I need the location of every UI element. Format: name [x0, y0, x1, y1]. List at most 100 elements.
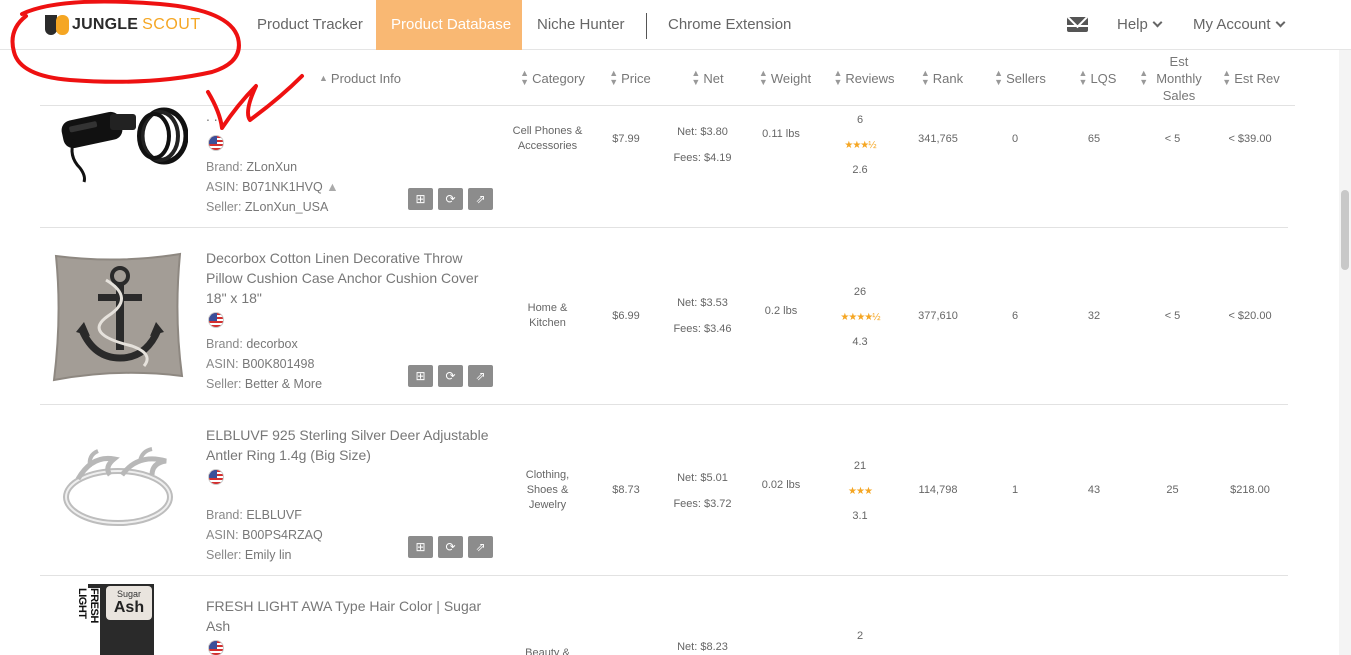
product-brand: Brand: ELBLUVF — [206, 508, 302, 522]
open-external-button[interactable]: ⇗ — [468, 188, 493, 210]
nav-product-tracker[interactable]: Product Tracker — [257, 0, 363, 50]
envelope-icon[interactable] — [1067, 17, 1088, 32]
scrollbar-track[interactable] — [1339, 50, 1351, 655]
th-rank[interactable]: ▲ ▼ Rank — [917, 50, 967, 106]
add-to-tracker-button[interactable]: ⊞ — [408, 365, 433, 387]
th-product-info[interactable]: ▲ Product Info — [310, 50, 410, 106]
th-net[interactable]: ▲ ▼ Net — [685, 50, 730, 106]
nav-product-database[interactable]: Product Database — [376, 0, 522, 58]
product-thumbnail-anchor-pillow[interactable] — [48, 250, 188, 382]
seller-link[interactable]: Better & More — [245, 377, 322, 391]
add-to-tracker-button[interactable]: ⊞ — [408, 536, 433, 558]
seller-link[interactable]: Emily lin — [245, 548, 292, 562]
nav-chrome-extension[interactable]: Chrome Extension — [668, 0, 791, 50]
sort-icon: ▲ ▼ — [758, 68, 768, 87]
top-nav: JUNGLE SCOUT Product Tracker Product Dat… — [0, 0, 1351, 58]
est-sales-cell: < 5 — [1164, 133, 1181, 145]
net-cell: Net: $3.80 Fees: $4.19 — [673, 126, 732, 164]
th-est-monthly-sales[interactable]: ▲ ▼ Est Monthly Sales — [1133, 50, 1208, 106]
th-category[interactable]: ▲ ▼ Category — [515, 50, 590, 106]
row-actions: ⊞ ⟳ ⇗ — [408, 188, 493, 210]
logo-text-jungle: JUNGLE — [72, 16, 139, 33]
brand-link[interactable]: ZLonXun — [246, 160, 297, 174]
lqs-cell: 43 — [1087, 484, 1101, 496]
category-cell: Beauty & — [525, 647, 570, 655]
open-external-button[interactable]: ⇗ — [468, 365, 493, 387]
th-reviews[interactable]: ▲ ▼ Reviews — [830, 50, 898, 106]
sort-icon: ▲ ▼ — [833, 68, 843, 87]
us-flag-icon — [208, 640, 224, 655]
sort-icon: ▲ ▼ — [920, 68, 930, 87]
refresh-button[interactable]: ⟳ — [438, 188, 463, 210]
scrollbar-thumb[interactable] — [1341, 190, 1349, 270]
th-weight[interactable]: ▲ ▼ Weight — [755, 50, 815, 106]
weight-cell: 0.2 lbs — [764, 305, 798, 317]
refresh-icon: ⟳ — [445, 192, 456, 206]
seller-link[interactable]: ZLonXun_USA — [245, 200, 328, 214]
lqs-cell: 65 — [1087, 133, 1101, 145]
sort-icon: ▲ ▼ — [691, 68, 701, 87]
th-sellers[interactable]: ▲ ▼ Sellers — [990, 50, 1050, 106]
brand-link[interactable]: ELBLUVF — [246, 508, 302, 522]
help-menu[interactable]: Help — [1117, 0, 1163, 50]
warning-icon[interactable]: ▲ — [326, 180, 338, 194]
th-est-rev[interactable]: ▲ ▼ Est Rev — [1217, 50, 1285, 106]
brand-link[interactable]: decorbox — [246, 337, 297, 351]
row-actions: ⊞ ⟳ ⇗ — [408, 536, 493, 558]
rank-cell: 377,610 — [918, 310, 958, 322]
product-seller: Seller: Better & More — [206, 377, 323, 391]
product-brand: Brand: decorbox — [206, 337, 298, 351]
external-link-icon: ⇗ — [475, 540, 486, 554]
est-sales-cell: < 5 — [1164, 310, 1181, 322]
th-lqs[interactable]: ▲ ▼ LQS — [1075, 50, 1120, 106]
product-title-link[interactable]: ELBLUVF 925 Sterling Silver Deer Adjusta… — [206, 425, 501, 465]
row-actions: ⊞ ⟳ ⇗ — [408, 365, 493, 387]
table-header: ▲ Product Info ▲ ▼ Category ▲ ▼ Price ▲ ▼ Net ▲… — [40, 50, 1295, 106]
product-asin: ASIN: B071NK1HVQ ▲ — [206, 180, 339, 194]
refresh-icon: ⟳ — [445, 369, 456, 383]
price-cell: $8.73 — [612, 484, 640, 496]
product-title-link[interactable]: FRESH LIGHT AWA Type Hair Color | Sugar … — [206, 596, 501, 636]
refresh-button[interactable]: ⟳ — [438, 536, 463, 558]
car-charger-image — [61, 107, 189, 183]
logo-text-scout: SCOUT — [142, 16, 201, 33]
refresh-button[interactable]: ⟳ — [438, 365, 463, 387]
sort-up-icon: ▲ — [318, 72, 328, 83]
sort-icon: ▲ ▼ — [609, 68, 619, 87]
add-to-tracker-button[interactable]: ⊞ — [408, 188, 433, 210]
product-title-fragment[interactable]: . . — [206, 106, 501, 126]
nav-niche-hunter[interactable]: Niche Hunter — [537, 0, 625, 50]
my-account-menu[interactable]: My Account — [1193, 0, 1285, 50]
refresh-icon: ⟳ — [445, 540, 456, 554]
rank-cell: 114,798 — [918, 484, 958, 496]
product-title-link[interactable]: Decorbox Cotton Linen Decorative Throw P… — [206, 248, 501, 308]
external-link-icon: ⇗ — [475, 192, 486, 206]
reviews-cell: 26 ★★★★½ 4.3 — [840, 286, 880, 348]
th-price[interactable]: ▲ ▼ Price — [605, 50, 655, 106]
rating-stars: ★★★½ — [844, 140, 876, 151]
table-row: . . Brand: ZLonXun ASIN: B071NK1HVQ ▲ Se… — [40, 106, 1288, 228]
net-cell: Net: $8.23 — [677, 641, 728, 653]
product-thumbnail-car-charger[interactable] — [48, 106, 189, 183]
chevron-down-icon — [1275, 17, 1285, 28]
product-thumbnail-hair-color[interactable]: FRESH LIGHT Sugar Ash — [48, 584, 188, 655]
help-label: Help — [1117, 16, 1148, 33]
rank-cell: 341,765 — [918, 133, 958, 145]
antler-ring-image — [63, 447, 173, 526]
table-row: ELBLUVF 925 Sterling Silver Deer Adjusta… — [40, 405, 1288, 576]
plus-square-icon: ⊞ — [415, 192, 426, 206]
open-external-button[interactable]: ⇗ — [468, 536, 493, 558]
rating-stars: ★★★ — [848, 486, 873, 497]
rating-stars: ★★★★½ — [840, 312, 880, 323]
external-link-icon: ⇗ — [475, 369, 486, 383]
reviews-cell: 6 ★★★½ 2.6 — [844, 114, 876, 176]
chevron-down-icon — [1152, 17, 1163, 28]
jungle-scout-logo[interactable]: JUNGLE SCOUT — [44, 12, 201, 38]
product-thumbnail-antler-ring[interactable] — [48, 445, 188, 535]
product-brand: Brand: ZLonXun — [206, 160, 298, 174]
product-asin: ASIN: B00K801498 — [206, 357, 315, 371]
my-account-label: My Account — [1193, 16, 1271, 33]
sort-icon: ▲ ▼ — [994, 68, 1004, 87]
plus-square-icon: ⊞ — [415, 369, 426, 383]
price-cell: $7.99 — [612, 133, 640, 145]
